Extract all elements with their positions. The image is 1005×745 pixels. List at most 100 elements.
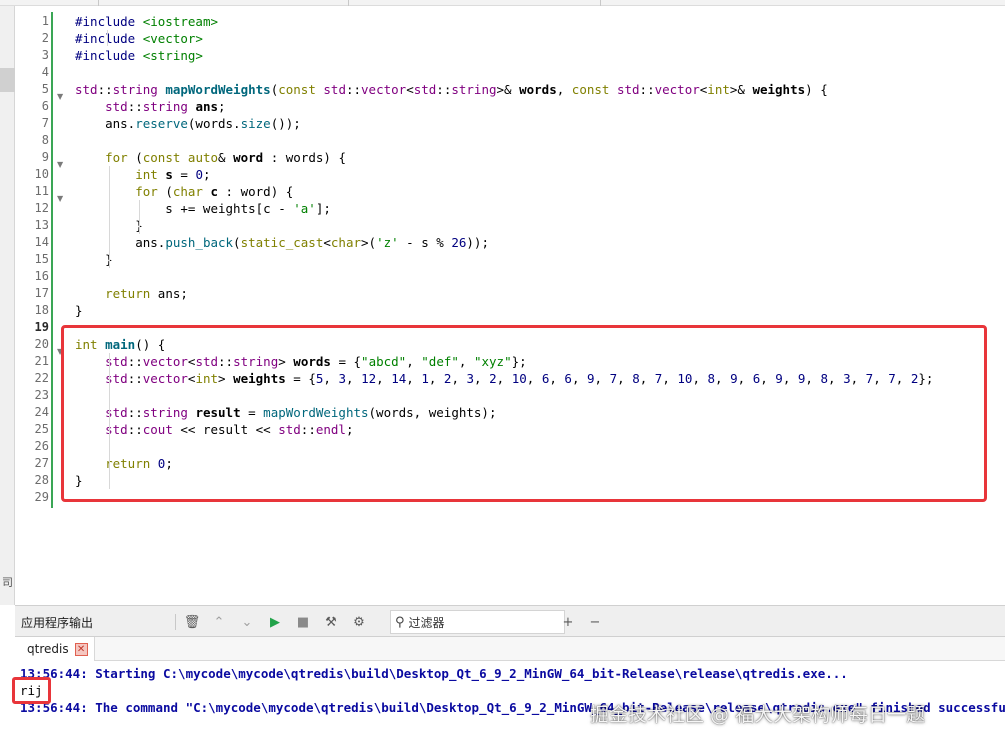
code-token: std: [323, 82, 346, 97]
line-number: 15: [34, 252, 49, 266]
fold-arrow-icon[interactable]: ▼: [57, 88, 67, 105]
code-token: ;: [202, 167, 211, 182]
code-token: char: [330, 235, 362, 250]
fold-arrow-icon[interactable]: ▼: [57, 190, 67, 207]
code-line: ans.reserve(words.size());: [75, 115, 1005, 132]
code-token: (: [127, 150, 143, 165]
line-number: 22: [34, 371, 49, 385]
line-number: 24: [34, 405, 49, 419]
code-line: }: [75, 251, 1005, 268]
line-number: 12: [34, 201, 49, 215]
code-token: ans.: [75, 235, 166, 250]
code-token: 'a': [293, 201, 316, 216]
main-function-highlight: [61, 325, 987, 502]
line-number: 14: [34, 235, 49, 249]
toolbar-separator: [175, 614, 176, 630]
line-number: 11: [34, 184, 49, 198]
code-token: ::: [345, 82, 362, 97]
code-token: 0: [195, 167, 203, 182]
program-output-highlight: [12, 677, 51, 704]
code-token: ];: [315, 201, 331, 216]
chevron-up-icon[interactable]: ⌃: [209, 612, 229, 632]
code-line: }: [75, 302, 1005, 319]
line-number: 2: [41, 31, 49, 45]
line-number: 7: [41, 116, 49, 130]
filter-input[interactable]: ⚲ 过滤器: [390, 610, 565, 634]
code-line: int s = 0;: [75, 166, 1005, 183]
code-token: ans;: [150, 286, 188, 301]
code-token: <vector>: [142, 31, 203, 46]
code-token: std: [75, 82, 98, 97]
stop-icon[interactable]: ■: [293, 612, 313, 632]
line-number: 21: [34, 354, 49, 368]
code-token: weights: [752, 82, 806, 97]
code-token: const: [142, 150, 181, 165]
line-number: 3: [41, 48, 49, 62]
line-number: 29: [34, 490, 49, 504]
remove-icon[interactable]: −: [585, 612, 605, 632]
fold-arrow-icon[interactable]: ▼: [57, 156, 67, 173]
tab-qtredis[interactable]: qtredis ✕: [15, 637, 95, 661]
code-token: char: [172, 184, 203, 199]
line-number: 1: [41, 14, 49, 28]
code-token: =: [172, 167, 196, 182]
code-token: return: [105, 286, 151, 301]
code-token: ::: [127, 99, 143, 114]
side-panel-selected-item[interactable]: [0, 68, 15, 92]
code-token: const: [278, 82, 316, 97]
line-number: 17: [34, 286, 49, 300]
line-number: 27: [34, 456, 49, 470]
code-token: ans: [195, 99, 219, 114]
settings-gear-icon[interactable]: ⚙: [349, 612, 369, 632]
code-token: ::: [639, 82, 655, 97]
code-token: std: [413, 82, 437, 97]
toolbar-top-edge: [0, 0, 1005, 6]
line-number: 19: [34, 320, 49, 334]
line-number: 16: [34, 269, 49, 283]
code-token: (words.: [187, 116, 241, 131]
line-number-gutter: 1 2 3 4 5 6 7 8 9 10 11 12 13 14 15 16 17 18 19 20 21 22 23 24 2…: [15, 6, 71, 605]
code-token: auto: [187, 150, 219, 165]
code-token: <: [406, 82, 414, 97]
line-number: 9: [41, 150, 49, 164]
code-token: string: [142, 99, 188, 114]
clear-output-icon[interactable]: 🗑: [182, 612, 202, 632]
code-token: c: [210, 184, 219, 199]
attach-debugger-icon[interactable]: ⚒: [321, 612, 341, 632]
add-icon[interactable]: +: [558, 612, 578, 632]
code-token: ::: [436, 82, 452, 97]
line-number: 4: [41, 65, 49, 79]
output-panel-title: 应用程序输出: [21, 616, 94, 630]
code-token: >(: [361, 235, 377, 250]
output-panel-header: 应用程序输出 🗑 ⌃ ⌄ ▶ ■ ⚒ ⚙ ⚲ 过滤器 + −: [15, 605, 1005, 637]
run-icon[interactable]: ▶: [265, 612, 285, 632]
code-token: <string>: [142, 48, 203, 63]
tab-label: qtredis: [27, 642, 69, 656]
line-number: 6: [41, 99, 49, 113]
indent-guide: [139, 200, 140, 234]
code-token: string: [451, 82, 497, 97]
toolbar-divider: [348, 0, 349, 6]
code-token: ,: [556, 82, 572, 97]
close-icon[interactable]: ✕: [74, 642, 88, 656]
chevron-down-icon[interactable]: ⌄: [237, 612, 257, 632]
line-number: 26: [34, 439, 49, 453]
left-side-panel: 司: [0, 6, 15, 605]
line-number: 25: [34, 422, 49, 436]
code-token: }: [75, 303, 83, 318]
side-panel-label[interactable]: 司: [0, 574, 15, 590]
code-line: std::string ans;: [75, 98, 1005, 115]
code-line: }: [75, 217, 1005, 234]
code-token: ans.: [75, 116, 136, 131]
code-token: >&: [496, 82, 520, 97]
code-line: return ans;: [75, 285, 1005, 302]
code-token: s += weights[c -: [75, 201, 294, 216]
code-token: (: [157, 184, 173, 199]
code-token: - s %: [398, 235, 452, 250]
